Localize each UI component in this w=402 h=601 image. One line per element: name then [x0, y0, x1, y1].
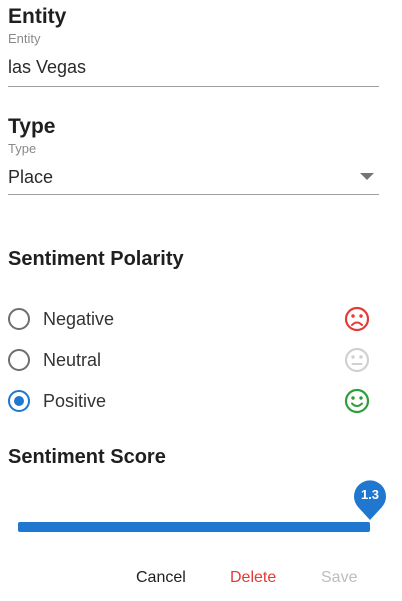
entity-heading: Entity — [8, 5, 67, 28]
entity-input[interactable]: las Vegas — [8, 57, 378, 81]
slider-value-label: 1.3 — [360, 487, 380, 502]
score-slider-track[interactable] — [18, 522, 370, 532]
neutral-face-icon — [344, 347, 370, 373]
polarity-label-neutral: Neutral — [43, 349, 102, 370]
type-select-underline — [8, 194, 379, 195]
delete-button[interactable]: Delete — [230, 569, 276, 587]
sentiment-polarity-title: Sentiment Polarity — [8, 248, 184, 270]
happy-face-icon — [344, 388, 370, 414]
polarity-option-negative[interactable]: Negative — [8, 305, 370, 333]
score-slider-thumb[interactable]: 1.3 — [353, 479, 387, 521]
type-select[interactable]: Place — [8, 164, 379, 192]
radio-neutral[interactable] — [8, 349, 30, 371]
polarity-label-positive: Positive — [43, 390, 107, 411]
type-heading: Type — [8, 115, 56, 138]
polarity-label-negative: Negative — [43, 308, 115, 329]
cancel-button[interactable]: Cancel — [136, 569, 186, 587]
type-field-label: Type — [8, 141, 37, 156]
sad-face-icon — [344, 306, 370, 332]
radio-positive[interactable] — [8, 390, 30, 412]
entity-field-label: Entity — [8, 31, 41, 46]
radio-negative[interactable] — [8, 308, 30, 330]
entity-input-underline — [8, 86, 379, 87]
save-button[interactable]: Save — [321, 569, 357, 587]
polarity-option-positive[interactable]: Positive — [8, 387, 370, 415]
type-select-value: Place — [8, 167, 54, 187]
polarity-option-neutral[interactable]: Neutral — [8, 346, 370, 374]
score-slider-fill — [18, 522, 370, 532]
chevron-down-icon — [360, 173, 374, 180]
sentiment-score-title: Sentiment Score — [8, 446, 166, 468]
